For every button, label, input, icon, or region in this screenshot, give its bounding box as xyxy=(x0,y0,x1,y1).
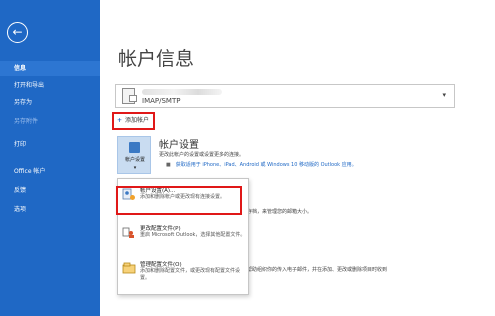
bullet-icon: ■ xyxy=(166,162,171,168)
menu-item-change-profile[interactable]: 更改配置文件(P) 重启 Microsoft Outlook，选择其他配置文件。 xyxy=(118,221,248,255)
account-settings-button[interactable]: 帐户设置 ▾ xyxy=(117,136,151,174)
sidebar-item-save-attachments[interactable]: 另存附件 xyxy=(0,114,100,129)
manage-profiles-icon xyxy=(122,262,136,274)
add-account-button[interactable]: + 添加帐户 xyxy=(111,112,156,130)
plus-icon: + xyxy=(117,117,123,124)
sidebar-item-save-as[interactable]: 另存为 xyxy=(0,95,100,110)
back-arrow-icon[interactable]: ← xyxy=(7,22,28,43)
page-title: 帐户信息 xyxy=(118,48,195,70)
menu-item-manage-profiles[interactable]: 管理配置文件(O) 添加和删除配置文件，或更改现有配置文件设置。 xyxy=(118,257,248,291)
account-type: IMAP/SMTP xyxy=(142,97,181,105)
mailbox-cleanup-text: 存档，来管理您的邮箱大小。 xyxy=(247,209,313,215)
account-settings-icon xyxy=(129,142,140,153)
rules-text: 帮助组织你的传入电子邮件，并在添加、更改或删除项目时收到 xyxy=(247,267,388,273)
menu-item-title: 管理配置文件(O) xyxy=(140,262,182,268)
mail-account-icon xyxy=(122,88,137,104)
mobile-app-link[interactable]: ■ 获取适用于 iPhone、iPad、Android 或 Windows 10 … xyxy=(166,161,357,168)
sidebar-item-office-account[interactable]: Office 帐户 xyxy=(0,164,100,179)
highlight-box xyxy=(116,186,242,215)
sidebar-item-options[interactable]: 选项 xyxy=(0,202,100,217)
account-selector[interactable]: IMAP/SMTP ▾ xyxy=(115,84,455,108)
section-heading-account-settings: 帐户设置 xyxy=(159,140,199,151)
sidebar-item-open-export[interactable]: 打开和导出 xyxy=(0,78,100,93)
blurred-email-address xyxy=(142,89,222,95)
mobile-app-link-text: 获取适用于 iPhone、iPad、Android 或 Windows 10 移… xyxy=(175,162,357,168)
chevron-down-icon: ▾ xyxy=(442,91,446,99)
menu-item-description: 重启 Microsoft Outlook，选择其他配置文件。 xyxy=(140,232,246,238)
menu-item-title: 更改配置文件(P) xyxy=(140,226,181,232)
change-profile-icon xyxy=(122,227,134,238)
chevron-down-icon: ▾ xyxy=(133,165,137,171)
sidebar-item-info[interactable]: 信息 xyxy=(0,61,100,76)
account-settings-button-label: 帐户设置 xyxy=(124,157,145,163)
section-description: 更改此帐户的设置或设置更多的连接。 xyxy=(159,152,245,158)
add-account-label: 添加帐户 xyxy=(125,117,150,124)
backstage-sidebar: ← 信息 打开和导出 另存为 另存附件 打印 Office 帐户 反馈 选项 xyxy=(0,0,100,316)
menu-item-description: 添加和删除配置文件，或更改现有配置文件设置。 xyxy=(140,268,241,281)
sidebar-item-print[interactable]: 打印 xyxy=(0,137,100,152)
sidebar-item-feedback[interactable]: 反馈 xyxy=(0,183,100,198)
